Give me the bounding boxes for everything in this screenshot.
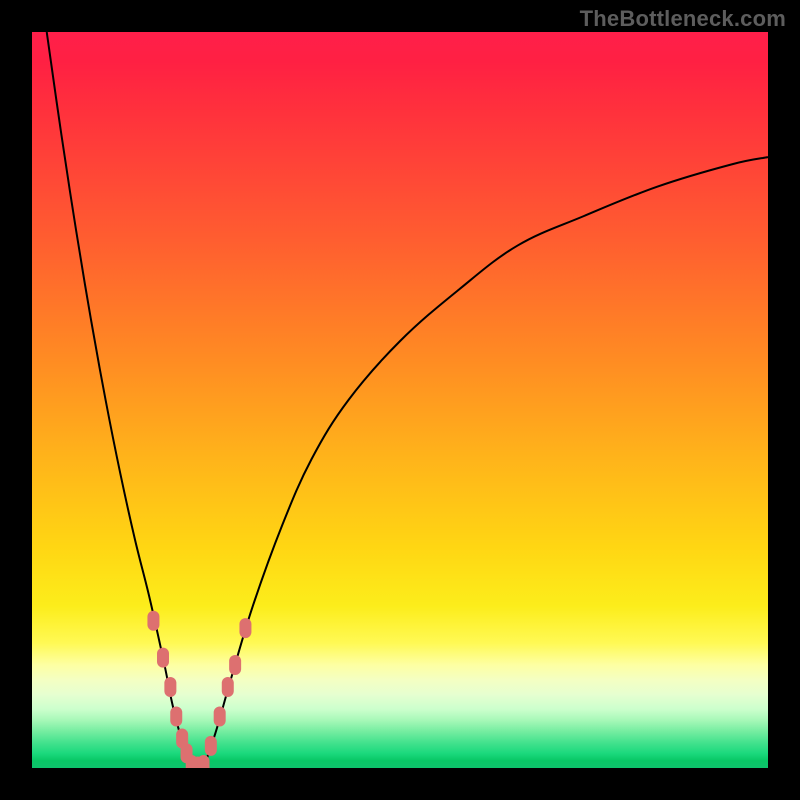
data-marker (170, 706, 182, 726)
curve-right-branch (203, 157, 768, 768)
data-marker (239, 618, 251, 638)
curve-left-branch (47, 32, 192, 768)
data-marker (229, 655, 241, 675)
watermark-text: TheBottleneck.com (580, 6, 786, 32)
data-marker (147, 611, 159, 631)
plot-area (32, 32, 768, 768)
curve-layer (32, 32, 768, 768)
data-marker (222, 677, 234, 697)
data-marker (157, 648, 169, 668)
data-marker (214, 706, 226, 726)
data-marker (164, 677, 176, 697)
chart-frame: TheBottleneck.com (0, 0, 800, 800)
data-marker (197, 755, 209, 768)
curve-markers (147, 611, 251, 768)
data-marker (205, 736, 217, 756)
